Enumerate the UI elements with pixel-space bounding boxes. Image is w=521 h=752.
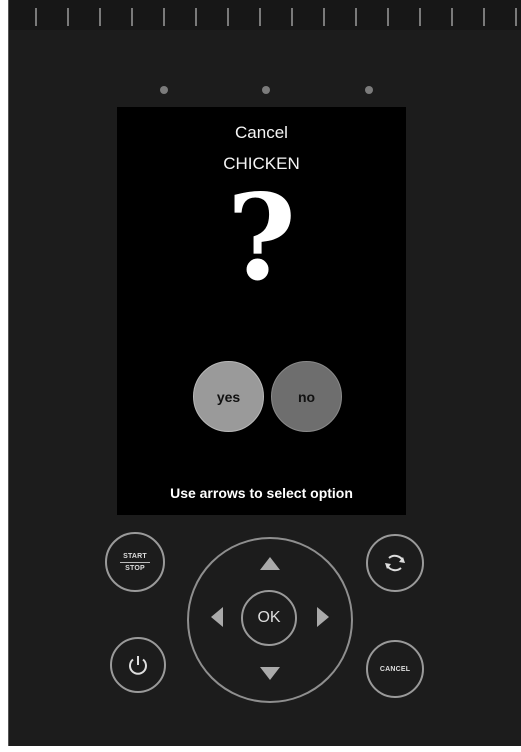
display-screen: Cancel CHICKEN ? yes no Use arrows to se… bbox=[117, 107, 406, 515]
refresh-icon bbox=[385, 554, 405, 572]
cancel-label: CANCEL bbox=[379, 665, 411, 673]
appliance-control-panel: Cancel CHICKEN ? yes no Use arrows to se… bbox=[8, 0, 521, 746]
refresh-button[interactable] bbox=[366, 534, 424, 592]
top-vent-strip bbox=[9, 0, 521, 30]
vent-tick bbox=[131, 8, 133, 26]
arrow-up-icon[interactable] bbox=[260, 557, 280, 570]
power-button[interactable] bbox=[110, 637, 166, 693]
vent-tick bbox=[355, 8, 357, 26]
vent-tick bbox=[67, 8, 69, 26]
vent-tick bbox=[483, 8, 485, 26]
no-option-label: no bbox=[297, 388, 316, 405]
vent-tick bbox=[227, 8, 229, 26]
vent-tick bbox=[451, 8, 453, 26]
vent-tick bbox=[35, 8, 37, 26]
start-label: START bbox=[123, 552, 147, 560]
vent-tick bbox=[419, 8, 421, 26]
indicator-led-left bbox=[160, 86, 168, 94]
start-stop-button[interactable]: START STOP bbox=[105, 532, 165, 592]
vent-tick bbox=[387, 8, 389, 26]
arrow-left-icon[interactable] bbox=[211, 607, 223, 627]
vent-tick bbox=[515, 8, 517, 26]
vent-tick bbox=[259, 8, 261, 26]
start-stop-divider bbox=[120, 561, 150, 563]
ok-label: OK bbox=[257, 609, 281, 626]
vent-tick bbox=[323, 8, 325, 26]
yes-option-button[interactable]: yes bbox=[193, 361, 264, 432]
arrow-right-icon[interactable] bbox=[317, 607, 329, 627]
screen-title-action: Cancel bbox=[235, 123, 288, 142]
question-mark-icon: ? bbox=[226, 168, 297, 307]
vent-tick bbox=[195, 8, 197, 26]
vent-tick bbox=[163, 8, 165, 26]
no-option-button[interactable]: no bbox=[271, 361, 342, 432]
ok-button[interactable]: OK bbox=[241, 590, 297, 646]
yes-option-label: yes bbox=[216, 388, 241, 405]
indicator-led-right bbox=[365, 86, 373, 94]
stop-label: STOP bbox=[125, 564, 145, 572]
vent-tick bbox=[291, 8, 293, 26]
power-icon bbox=[129, 656, 147, 675]
indicator-led-center bbox=[262, 86, 270, 94]
arrow-down-icon[interactable] bbox=[260, 667, 280, 680]
cancel-button[interactable]: CANCEL bbox=[366, 640, 424, 698]
vent-tick bbox=[99, 8, 101, 26]
selection-hint: Use arrows to select option bbox=[170, 485, 353, 501]
